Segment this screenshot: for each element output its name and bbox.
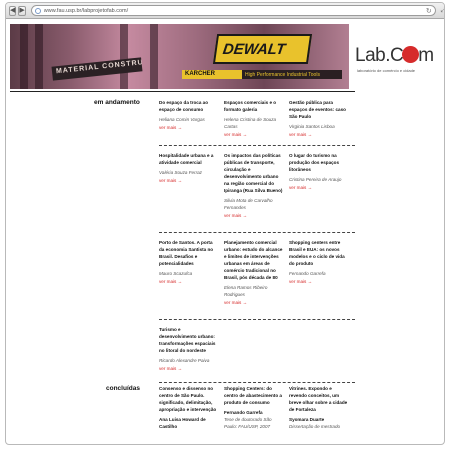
back-button[interactable]: ◀ [9,5,17,16]
ver-mais-link[interactable]: ver mais → [289,131,349,138]
resize-icon[interactable]: ⤢ [441,7,444,15]
project-card: O lugar do turismo na produção dos espaç… [289,152,349,191]
row-divider [159,145,355,146]
section-concluidas: concluídas [106,385,140,392]
project-card: Gestão pública para espaços de eventos: … [289,99,349,138]
ver-mais-link[interactable]: ver mais → [159,278,219,285]
concluded-card[interactable]: Consenso e dissenso no centro de São Pau… [159,385,219,430]
header-banner-image: MATERIAL CONSTRUIDER DEWALT KARCHER High… [10,24,349,89]
project-card: Hospitalidade urbana e a atividade comer… [159,152,219,184]
globe-icon [34,7,41,14]
section-em-andamento: em andamento [94,99,140,106]
project-card: Do espaço da troca ao espaço de consumo … [159,99,219,131]
ver-mais-link[interactable]: ver mais → [289,278,349,285]
banner-tagline-sign: High Performance Industrial Tools [242,70,342,79]
concluded-card[interactable]: Shopping Centers: do centro de abastecim… [224,385,284,430]
logo-tagline: laboratório de comércio e cidade [357,68,416,73]
header-divider [10,91,355,92]
project-card: Planejamento comercial urbano: estudo do… [224,240,284,306]
labcom-logo[interactable]: Lab.C m laboratório de comércio e cidade [351,25,443,85]
banner-karcher-sign: KARCHER [182,70,242,79]
logo-red-circle-icon [402,46,420,63]
logo-wordmark: Lab.C m [355,45,434,66]
ver-mais-link[interactable]: ver mais → [224,212,284,219]
project-card: Shopping centers entre Brasil e EUA: os … [289,239,349,285]
row-divider [159,319,355,320]
browser-window: ◀ ▶ www.fau.usp.br/labprojetofab.com/ ↻ … [5,2,445,445]
ver-mais-link[interactable]: ver mais → [289,184,349,191]
row-divider [159,232,355,233]
row-divider [159,382,355,383]
project-card: Espaços comerciais e o formato galeria H… [224,99,284,138]
project-card: Porto de Santos. A porta da economia San… [159,239,219,285]
browser-toolbar: ◀ ▶ www.fau.usp.br/labprojetofab.com/ ↻ … [6,3,444,19]
address-bar[interactable]: www.fau.usp.br/labprojetofab.com/ ↻ [30,5,436,16]
page-content: MATERIAL CONSTRUIDER DEWALT KARCHER High… [6,19,444,444]
url-text[interactable]: www.fau.usp.br/labprojetofab.com/ [44,8,423,14]
concluded-card[interactable]: Vitrines. Expondo e revendo conceitos, u… [289,385,349,430]
ver-mais-link[interactable]: ver mais → [224,299,284,306]
ver-mais-link[interactable]: ver mais → [159,177,219,184]
project-card: Os impactos das políticas públicas de tr… [224,153,284,219]
ver-mais-link[interactable]: ver mais → [159,124,219,131]
banner-dewalt-sign: DEWALT [212,34,313,64]
project-card: Turismo e desenvolvimento urbano: transf… [159,326,219,372]
forward-button[interactable]: ▶ [18,5,26,16]
reload-icon[interactable]: ↻ [426,7,432,15]
banner-sign: MATERIAL CONSTRUIDER [51,57,143,81]
ver-mais-link[interactable]: ver mais → [224,131,284,138]
ver-mais-link[interactable]: ver mais → [159,365,219,372]
